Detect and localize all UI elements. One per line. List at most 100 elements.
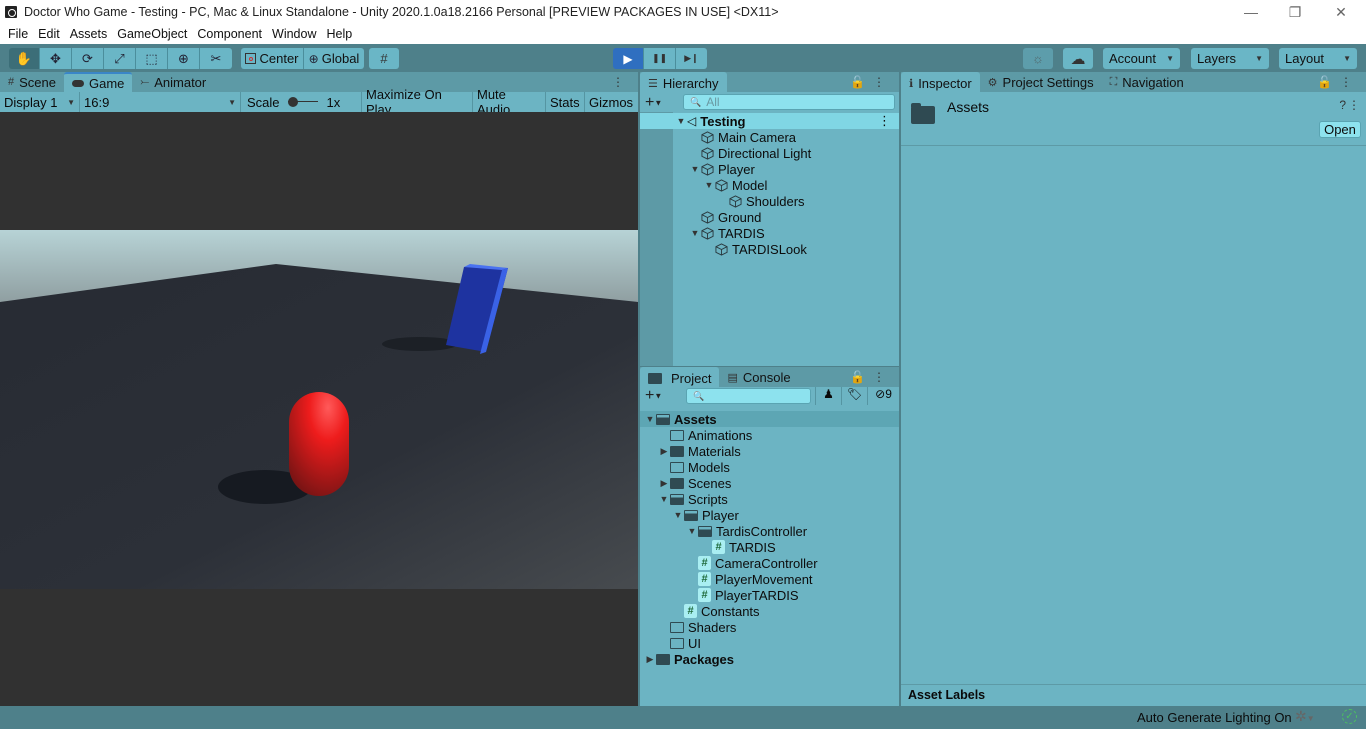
filter-by-label-icon[interactable]: 🏷 [841,387,867,405]
hierarchy-item[interactable]: ▼ Model [640,177,899,193]
display-dropdown[interactable]: Display 1 ▼ [0,92,80,112]
hierarchy-lock-icon[interactable]: 🔓⋮ [850,75,893,89]
project-item[interactable]: UI [640,635,899,651]
game-viewport[interactable] [0,112,638,706]
bug-icon[interactable]: ✲▼ [1295,708,1315,725]
step-button[interactable]: ▶❙ [676,48,707,69]
menu-gameobject[interactable]: GameObject [112,27,192,41]
hierarchy-item[interactable]: Shoulders [640,193,899,209]
help-icon[interactable]: ? [1339,98,1346,112]
expand-arrow-icon[interactable]: ▼ [675,116,687,126]
rect-tool-icon[interactable]: ⬚ [136,48,168,69]
hierarchy-search-input[interactable]: 🔍 All [683,94,895,110]
tab-project-settings[interactable]: ⚙ Project Settings [980,72,1102,92]
account-dropdown[interactable]: Account ▼ [1103,48,1180,69]
pivot-rotation-button[interactable]: ⊕ Global [304,48,364,69]
pivot-mode-button[interactable]: Center [241,48,304,69]
maximize-on-play-toggle[interactable]: Maximize On Play [362,87,473,117]
tab-inspector[interactable]: ℹ Inspector [901,72,980,92]
restore-button[interactable]: ❐ [1272,0,1318,24]
aspect-dropdown[interactable]: 16:9 ▼ [80,92,241,112]
move-tool-icon[interactable]: ✥ [40,48,72,69]
hierarchy-item[interactable]: ▼ Player [640,161,899,177]
expand-arrow-icon[interactable]: ▼ [689,164,701,174]
tab-navigation[interactable]: ⛶ Navigation [1102,72,1192,92]
expand-arrow-icon[interactable]: ▼ [658,494,670,504]
custom-tool-icon[interactable]: ✂ [200,48,232,69]
project-item[interactable]: # PlayerTARDIS [640,587,899,603]
expand-arrow-icon[interactable]: ▼ [689,228,701,238]
tab-animator[interactable]: ⤚ Animator [132,72,214,92]
close-button[interactable]: ✕ [1318,0,1364,24]
project-item[interactable]: ▼ Player [640,507,899,523]
cloud-icon[interactable]: ☁ [1063,48,1093,69]
project-item[interactable]: # Constants [640,603,899,619]
create-button[interactable]: +▼ [645,94,662,112]
gizmos-toggle[interactable]: Gizmos [585,92,638,112]
minimize-button[interactable]: — [1228,0,1274,24]
open-button[interactable]: Open [1319,121,1361,138]
project-item[interactable]: ▶ Materials [640,443,899,459]
hierarchy-item[interactable]: TARDISLook [640,241,899,257]
scene-row[interactable]: ▼ ◁ Testing ⋮ [640,113,899,129]
hidden-packages-toggle[interactable]: ⊘9 [867,387,899,405]
filter-by-type-icon[interactable]: ♟ [815,387,841,405]
project-item[interactable]: ▶ Scenes [640,475,899,491]
menu-file[interactable]: File [3,27,33,41]
rotate-tool-icon[interactable]: ⟳ [72,48,104,69]
mute-audio-toggle[interactable]: Mute Audio [473,87,546,117]
tab-project[interactable]: Project [640,367,720,387]
transform-tool-icon[interactable]: ⊕ [168,48,200,69]
expand-arrow-icon[interactable]: ▼ [644,414,656,424]
scale-slider-track[interactable] [287,97,318,107]
menu-edit[interactable]: Edit [33,27,65,41]
project-item[interactable]: ▼ TardisController [640,523,899,539]
project-item[interactable]: Animations [640,427,899,443]
stats-toggle[interactable]: Stats [546,92,585,112]
project-item[interactable]: # CameraController [640,555,899,571]
expand-arrow-icon[interactable]: ▼ [686,526,698,536]
collapse-arrow-icon[interactable]: ▶ [644,654,656,665]
expand-arrow-icon[interactable]: ▼ [672,510,684,520]
project-item[interactable]: ▶ Packages [640,651,899,667]
collab-icon[interactable]: ☼ [1023,48,1053,69]
grid-snap-icon[interactable]: # [369,48,399,69]
collapse-arrow-icon[interactable]: ▶ [658,446,670,457]
menu-assets[interactable]: Assets [65,27,113,41]
hand-tool-icon[interactable]: ✋ [9,48,40,69]
scale-slider-thumb[interactable] [287,97,298,107]
tab-console[interactable]: ▤ Console [719,367,798,387]
asset-labels-section[interactable]: Asset Labels [901,684,1366,706]
hierarchy-item[interactable]: ▼ TARDIS [640,225,899,241]
pause-button[interactable]: ❚❚ [644,48,676,69]
layout-dropdown[interactable]: Layout ▼ [1279,48,1357,69]
menu-help[interactable]: Help [321,27,357,41]
collapse-arrow-icon[interactable]: ▶ [658,478,670,489]
more-options-icon[interactable]: ⋮ [612,75,632,89]
asset-options-icon[interactable]: ⋮ [1348,98,1360,112]
project-item[interactable]: # TARDIS [640,539,899,555]
project-item[interactable]: ▼ Assets [640,411,899,427]
layers-dropdown[interactable]: Layers ▼ [1191,48,1269,69]
hierarchy-item[interactable]: Directional Light [640,145,899,161]
play-button[interactable]: ▶ [613,48,644,69]
project-item[interactable]: # PlayerMovement [640,571,899,587]
expand-arrow-icon[interactable]: ▼ [703,180,715,190]
scale-slider[interactable]: Scale 1x [241,92,362,112]
tab-scene[interactable]: # Scene [0,72,64,92]
scale-tool-icon[interactable]: ⤢ [104,48,136,69]
project-search-input[interactable]: 🔍 [686,388,811,404]
menu-component[interactable]: Component [192,27,267,41]
scene-options-icon[interactable]: ⋮ [878,113,891,129]
project-item[interactable]: Models [640,459,899,475]
tab-hierarchy[interactable]: ☰ Hierarchy [640,72,727,92]
create-asset-button[interactable]: +▼ [645,387,662,405]
project-lock-icon[interactable]: 🔓⋮ [850,370,893,384]
hierarchy-item[interactable]: Main Camera [640,129,899,145]
menu-window[interactable]: Window [267,27,321,41]
project-item[interactable]: Shaders [640,619,899,635]
tab-game[interactable]: Game [64,72,133,92]
project-item[interactable]: ▼ Scripts [640,491,899,507]
hierarchy-item[interactable]: Ground [640,209,899,225]
inspector-lock-icon[interactable]: 🔓⋮ [1317,75,1360,89]
